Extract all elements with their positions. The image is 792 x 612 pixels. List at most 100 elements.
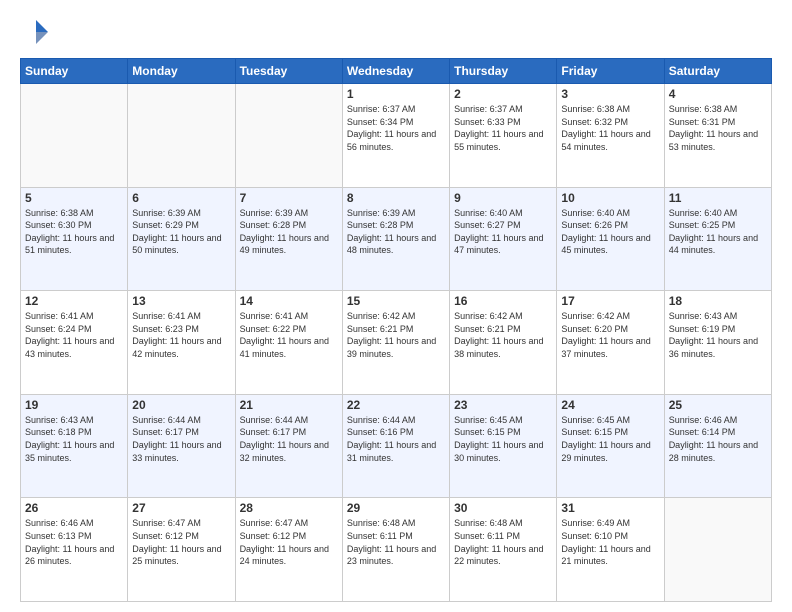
day-info: Sunrise: 6:45 AMSunset: 6:15 PMDaylight:…: [454, 414, 552, 464]
day-number: 28: [240, 501, 338, 515]
calendar-cell: 3 Sunrise: 6:38 AMSunset: 6:32 PMDaylight…: [557, 84, 664, 188]
day-number: 9: [454, 191, 552, 205]
day-info: Sunrise: 6:39 AMSunset: 6:28 PMDaylight:…: [240, 207, 338, 257]
calendar-cell: 29 Sunrise: 6:48 AMSunset: 6:11 PMDayligh…: [342, 498, 449, 602]
calendar-cell: 5 Sunrise: 6:38 AMSunset: 6:30 PMDaylight…: [21, 187, 128, 291]
day-number: 21: [240, 398, 338, 412]
logo: [20, 16, 56, 48]
weekday-header-thursday: Thursday: [450, 59, 557, 84]
calendar-cell: 7 Sunrise: 6:39 AMSunset: 6:28 PMDaylight…: [235, 187, 342, 291]
day-number: 20: [132, 398, 230, 412]
calendar-cell: 30 Sunrise: 6:48 AMSunset: 6:11 PMDayligh…: [450, 498, 557, 602]
day-info: Sunrise: 6:43 AMSunset: 6:19 PMDaylight:…: [669, 310, 767, 360]
weekday-header-row: SundayMondayTuesdayWednesdayThursdayFrid…: [21, 59, 772, 84]
day-number: 11: [669, 191, 767, 205]
day-info: Sunrise: 6:41 AMSunset: 6:22 PMDaylight:…: [240, 310, 338, 360]
calendar-cell: 28Sunrise: 6:47 AMSunset: 6:12 PMDayligh…: [235, 498, 342, 602]
day-number: 7: [240, 191, 338, 205]
day-number: 3: [561, 87, 659, 101]
calendar-cell: 15Sunrise: 6:42 AMSunset: 6:21 PMDayligh…: [342, 291, 449, 395]
calendar-cell: 11 Sunrise: 6:40 AMSunset: 6:25 PMDayligh…: [664, 187, 771, 291]
day-info: Sunrise: 6:37 AMSunset: 6:34 PMDaylight:…: [347, 103, 445, 153]
day-info: Sunrise: 6:41 AMSunset: 6:24 PMDaylight:…: [25, 310, 123, 360]
day-number: 25: [669, 398, 767, 412]
calendar-cell: 1Sunrise: 6:37 AMSunset: 6:34 PMDaylight…: [342, 84, 449, 188]
calendar-cell: 20 Sunrise: 6:44 AMSunset: 6:17 PMDayligh…: [128, 394, 235, 498]
calendar-cell: 25 Sunrise: 6:46 AMSunset: 6:14 PMDayligh…: [664, 394, 771, 498]
day-number: 29: [347, 501, 445, 515]
day-number: 24: [561, 398, 659, 412]
calendar-cell: 4 Sunrise: 6:38 AMSunset: 6:31 PMDaylight…: [664, 84, 771, 188]
weekday-header-tuesday: Tuesday: [235, 59, 342, 84]
weekday-header-saturday: Saturday: [664, 59, 771, 84]
day-number: 14: [240, 294, 338, 308]
calendar-cell: 17Sunrise: 6:42 AMSunset: 6:20 PMDayligh…: [557, 291, 664, 395]
day-info: Sunrise: 6:44 AMSunset: 6:16 PMDaylight:…: [347, 414, 445, 464]
day-number: 16: [454, 294, 552, 308]
day-number: 5: [25, 191, 123, 205]
calendar-table: SundayMondayTuesdayWednesdayThursdayFrid…: [20, 58, 772, 602]
day-info: Sunrise: 6:42 AMSunset: 6:21 PMDaylight:…: [347, 310, 445, 360]
day-info: Sunrise: 6:44 AMSunset: 6:17 PMDaylight:…: [132, 414, 230, 464]
day-info: Sunrise: 6:42 AMSunset: 6:21 PMDaylight:…: [454, 310, 552, 360]
day-info: Sunrise: 6:45 AMSunset: 6:15 PMDaylight:…: [561, 414, 659, 464]
week-row-3: 12 Sunrise: 6:41 AMSunset: 6:24 PMDayligh…: [21, 291, 772, 395]
week-row-4: 19 Sunrise: 6:43 AMSunset: 6:18 PMDayligh…: [21, 394, 772, 498]
calendar-cell: 19 Sunrise: 6:43 AMSunset: 6:18 PMDayligh…: [21, 394, 128, 498]
calendar-cell: 27 Sunrise: 6:47 AMSunset: 6:12 PMDayligh…: [128, 498, 235, 602]
calendar-cell: 12 Sunrise: 6:41 AMSunset: 6:24 PMDayligh…: [21, 291, 128, 395]
day-info: Sunrise: 6:39 AMSunset: 6:28 PMDaylight:…: [347, 207, 445, 257]
day-number: 6: [132, 191, 230, 205]
weekday-header-sunday: Sunday: [21, 59, 128, 84]
day-number: 19: [25, 398, 123, 412]
calendar-cell: 21Sunrise: 6:44 AMSunset: 6:17 PMDayligh…: [235, 394, 342, 498]
day-info: Sunrise: 6:40 AMSunset: 6:26 PMDaylight:…: [561, 207, 659, 257]
day-number: 23: [454, 398, 552, 412]
day-info: Sunrise: 6:38 AMSunset: 6:32 PMDaylight:…: [561, 103, 659, 153]
calendar-cell: [664, 498, 771, 602]
calendar-cell: 9Sunrise: 6:40 AMSunset: 6:27 PMDaylight…: [450, 187, 557, 291]
day-number: 10: [561, 191, 659, 205]
day-info: Sunrise: 6:47 AMSunset: 6:12 PMDaylight:…: [132, 517, 230, 567]
calendar-cell: 8 Sunrise: 6:39 AMSunset: 6:28 PMDaylight…: [342, 187, 449, 291]
week-row-5: 26Sunrise: 6:46 AMSunset: 6:13 PMDayligh…: [21, 498, 772, 602]
day-info: Sunrise: 6:49 AMSunset: 6:10 PMDaylight:…: [561, 517, 659, 567]
logo-icon: [20, 16, 52, 48]
day-info: Sunrise: 6:37 AMSunset: 6:33 PMDaylight:…: [454, 103, 552, 153]
day-number: 2: [454, 87, 552, 101]
weekday-header-monday: Monday: [128, 59, 235, 84]
calendar-cell: [235, 84, 342, 188]
day-info: Sunrise: 6:41 AMSunset: 6:23 PMDaylight:…: [132, 310, 230, 360]
calendar-cell: 16 Sunrise: 6:42 AMSunset: 6:21 PMDayligh…: [450, 291, 557, 395]
day-number: 31: [561, 501, 659, 515]
page: SundayMondayTuesdayWednesdayThursdayFrid…: [0, 0, 792, 612]
calendar-cell: 18Sunrise: 6:43 AMSunset: 6:19 PMDayligh…: [664, 291, 771, 395]
day-number: 22: [347, 398, 445, 412]
header: [20, 16, 772, 48]
week-row-2: 5 Sunrise: 6:38 AMSunset: 6:30 PMDaylight…: [21, 187, 772, 291]
day-number: 4: [669, 87, 767, 101]
day-info: Sunrise: 6:38 AMSunset: 6:31 PMDaylight:…: [669, 103, 767, 153]
calendar-cell: 23 Sunrise: 6:45 AMSunset: 6:15 PMDayligh…: [450, 394, 557, 498]
day-number: 12: [25, 294, 123, 308]
week-row-1: 1Sunrise: 6:37 AMSunset: 6:34 PMDaylight…: [21, 84, 772, 188]
weekday-header-wednesday: Wednesday: [342, 59, 449, 84]
day-number: 17: [561, 294, 659, 308]
day-number: 27: [132, 501, 230, 515]
calendar-cell: [128, 84, 235, 188]
day-number: 8: [347, 191, 445, 205]
day-info: Sunrise: 6:43 AMSunset: 6:18 PMDaylight:…: [25, 414, 123, 464]
day-number: 13: [132, 294, 230, 308]
calendar-cell: 2 Sunrise: 6:37 AMSunset: 6:33 PMDaylight…: [450, 84, 557, 188]
day-info: Sunrise: 6:46 AMSunset: 6:14 PMDaylight:…: [669, 414, 767, 464]
day-info: Sunrise: 6:39 AMSunset: 6:29 PMDaylight:…: [132, 207, 230, 257]
calendar-cell: 14 Sunrise: 6:41 AMSunset: 6:22 PMDayligh…: [235, 291, 342, 395]
day-info: Sunrise: 6:48 AMSunset: 6:11 PMDaylight:…: [454, 517, 552, 567]
day-info: Sunrise: 6:40 AMSunset: 6:25 PMDaylight:…: [669, 207, 767, 257]
day-info: Sunrise: 6:38 AMSunset: 6:30 PMDaylight:…: [25, 207, 123, 257]
day-info: Sunrise: 6:48 AMSunset: 6:11 PMDaylight:…: [347, 517, 445, 567]
calendar-cell: 10 Sunrise: 6:40 AMSunset: 6:26 PMDayligh…: [557, 187, 664, 291]
calendar-cell: 6 Sunrise: 6:39 AMSunset: 6:29 PMDaylight…: [128, 187, 235, 291]
calendar-cell: 13 Sunrise: 6:41 AMSunset: 6:23 PMDayligh…: [128, 291, 235, 395]
day-number: 30: [454, 501, 552, 515]
